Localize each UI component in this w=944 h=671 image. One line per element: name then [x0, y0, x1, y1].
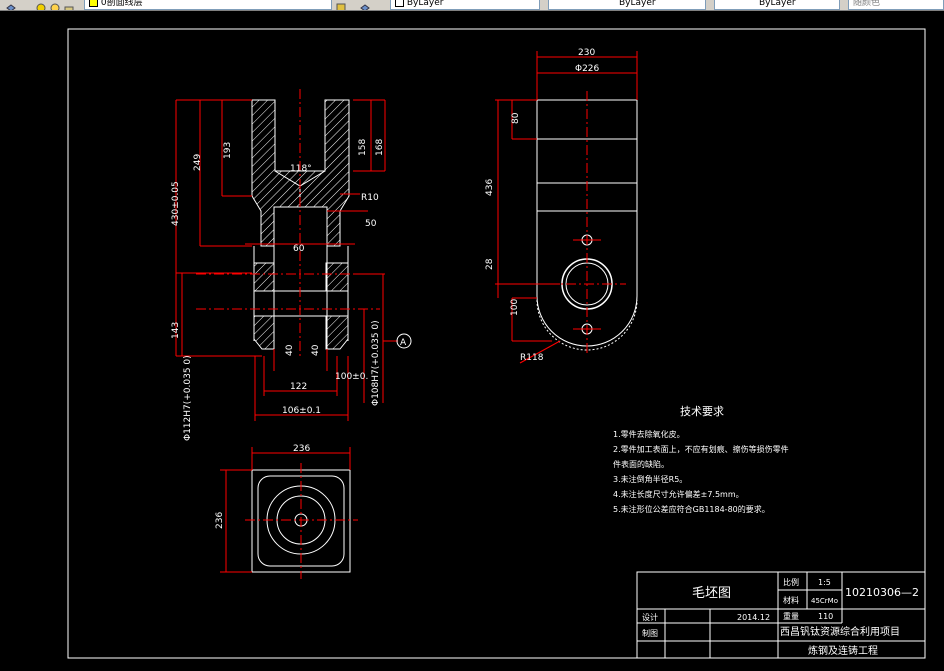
- dim-158: 158: [358, 139, 368, 156]
- title-weight-label: 重量: [783, 611, 799, 621]
- title-check-label: 制图: [642, 628, 658, 638]
- layer-dropdown[interactable]: 0剖面线层: [84, 0, 332, 10]
- color-swatch: [395, 0, 404, 7]
- tech-req-line-4: 3.未注倒角半径R5。: [613, 474, 687, 484]
- dim-40b: 40: [311, 344, 321, 356]
- dim-249: 249: [193, 154, 203, 171]
- layer-states-icon[interactable]: [6, 0, 16, 10]
- dim-80: 80: [511, 112, 521, 124]
- cad-drawing: 249 193 430±0.05 143 118° 158 168 R10 50…: [67, 28, 926, 659]
- title-drawing-no: 10210306—2: [845, 586, 919, 599]
- dim-236-horizontal: 236: [293, 444, 310, 454]
- color-dropdown[interactable]: ByLayer: [390, 0, 540, 10]
- title-material-value: 45CrMo: [811, 597, 838, 605]
- dim-193: 193: [223, 142, 233, 159]
- tech-req-line-1: 1.零件去除氧化皮。: [613, 429, 685, 439]
- drawing-frame: [67, 28, 926, 659]
- tech-req-line-2: 2.零件加工表面上，不应有划痕、擦伤等损伤零件: [613, 444, 789, 454]
- layer-lock-icon[interactable]: [64, 0, 74, 10]
- linetype-dropdown[interactable]: ByLayer: [548, 0, 706, 10]
- title-drawing-name: 毛坯图: [692, 586, 731, 601]
- dim-100: 100: [510, 299, 520, 316]
- tech-requirements: 技术要求 1.零件去除氧化皮。 2.零件加工表面上，不应有划痕、擦伤等损伤零件 …: [613, 405, 789, 514]
- dim-40a: 40: [285, 344, 295, 356]
- layer-previous-icon[interactable]: [360, 0, 370, 10]
- linetype-value: ByLayer: [619, 0, 656, 8]
- dim-28: 28: [485, 258, 495, 270]
- color-value: ByLayer: [406, 0, 444, 8]
- dim-230: 230: [578, 48, 595, 58]
- plotstyle-value: 随颜色: [853, 0, 881, 8]
- title-design-label: 设计: [642, 612, 658, 622]
- dim-236-vertical: 236: [215, 512, 225, 529]
- title-project-line2: 炼钢及连铸工程: [808, 644, 878, 657]
- layer-color-swatch: [89, 0, 98, 7]
- tech-req-line-6: 5.未注形位公差应符合GB1184-80的要求。: [613, 504, 770, 514]
- drawing-canvas[interactable]: 249 193 430±0.05 143 118° 158 168 R10 50…: [0, 11, 944, 671]
- dim-phi108: Φ108H7(+0.035 0): [371, 320, 381, 406]
- dim-phi112: Φ112H7(+0.035 0): [183, 355, 193, 441]
- front-section-view: 249 193 430±0.05 143 118° 158 168 R10 50…: [171, 89, 412, 441]
- layer-freeze-icon[interactable]: [50, 0, 60, 10]
- lineweight-value: ByLayer: [759, 0, 796, 8]
- title-project-line1: 西昌钒钛资源综合利用项目: [780, 625, 900, 638]
- dim-100tol: 100±0.: [335, 372, 368, 382]
- dim-50: 50: [365, 219, 377, 229]
- title-scale-value: 1:5: [818, 578, 831, 587]
- side-view: 230 Φ226 80 436 28 100 R118: [485, 48, 638, 364]
- title-block: [636, 571, 926, 659]
- dim-118deg: 118°: [290, 164, 312, 174]
- plotstyle-dropdown[interactable]: 随颜色: [848, 0, 944, 10]
- title-material-label: 材料: [783, 595, 799, 605]
- tech-req-title: 技术要求: [680, 405, 724, 418]
- title-weight-value: 110: [818, 612, 833, 621]
- title-date: 2014.12: [737, 613, 770, 622]
- dim-168: 168: [375, 139, 385, 156]
- layer-on-icon[interactable]: [36, 0, 46, 10]
- layer-name: 0剖面线层: [100, 0, 143, 8]
- datum-a-label: A: [400, 338, 407, 348]
- top-view: 236 236: [215, 444, 358, 579]
- tech-req-line-5: 4.未注长度尺寸允许偏差±7.5mm。: [613, 489, 744, 499]
- lineweight-dropdown[interactable]: ByLayer: [714, 0, 840, 10]
- dim-430: 430±0.05: [171, 181, 181, 226]
- dim-226: Φ226: [575, 64, 600, 74]
- tech-req-line-3: 件表面的缺陷。: [613, 459, 669, 469]
- dim-60: 60: [293, 244, 305, 254]
- dim-r118: R118: [520, 353, 544, 363]
- dim-143: 143: [171, 322, 181, 339]
- title-scale-label: 比例: [783, 577, 799, 587]
- properties-toolbar: 0剖面线层 ByLayer ByLayer ByLayer 随颜色: [0, 0, 944, 11]
- dim-106: 106±0.1: [282, 406, 321, 416]
- dim-436: 436: [485, 179, 495, 196]
- make-current-layer-icon[interactable]: [336, 0, 346, 10]
- dim-122: 122: [290, 382, 307, 392]
- dim-r10: R10: [361, 193, 379, 203]
